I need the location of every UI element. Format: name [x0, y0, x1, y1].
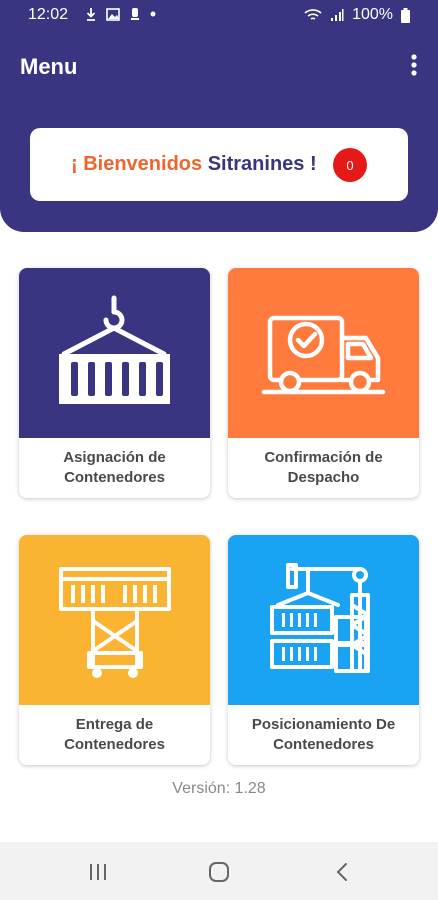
- back-icon[interactable]: [331, 860, 355, 884]
- card-label-line1: Entrega de: [75, 716, 154, 733]
- card-label-line1: Posicionamiento De: [251, 716, 396, 733]
- container-crane-hook-icon: [19, 268, 210, 438]
- status-bar: 12:02 100%: [0, 0, 438, 30]
- system-navigation-bar: [0, 842, 438, 900]
- recent-apps-icon[interactable]: [86, 860, 110, 884]
- card-label-line2: Despacho: [287, 469, 360, 486]
- battery-percent: 100%: [352, 6, 393, 23]
- card-label: Confirmación de Despacho: [228, 438, 419, 498]
- app-bar: Menu: [0, 30, 438, 102]
- card-posicionamiento-contenedores[interactable]: Posicionamiento De Contenedores: [228, 535, 419, 765]
- image-icon: [106, 7, 120, 21]
- notification-badge[interactable]: 0: [333, 148, 367, 182]
- gantry-crane-icon: [19, 535, 210, 705]
- battery-icon: [401, 7, 410, 23]
- card-label: Entrega de Contenedores: [19, 705, 210, 765]
- home-icon[interactable]: [207, 860, 231, 884]
- welcome-user-name: Sitranines !: [207, 153, 317, 175]
- card-label: Asignación de Contenedores: [19, 438, 210, 498]
- wifi-icon: [304, 9, 322, 20]
- card-label-line2: Contenedores: [64, 736, 165, 753]
- card-confirmacion-despacho[interactable]: Confirmación de Despacho: [228, 268, 419, 498]
- welcome-text: ¡ Bienvenidos Sitranines !: [71, 153, 317, 176]
- card-label-line1: Asignación de: [63, 449, 166, 466]
- card-entrega-contenedores[interactable]: Entrega de Contenedores: [19, 535, 210, 765]
- welcome-card: ¡ Bienvenidos Sitranines ! 0: [30, 128, 408, 201]
- more-options-icon[interactable]: [404, 50, 424, 80]
- alert-icon: [131, 8, 139, 20]
- card-asignacion-contenedores[interactable]: Asignación de Contenedores: [19, 268, 210, 498]
- delivery-truck-check-icon: [228, 268, 419, 438]
- signal-icon: [331, 9, 344, 21]
- welcome-greeting: ¡ Bienvenidos: [71, 153, 203, 175]
- page-title: Menu: [20, 54, 78, 79]
- card-label-line2: Contenedores: [273, 736, 374, 753]
- notification-icons: [86, 7, 156, 21]
- card-label: Posicionamiento De Contenedores: [228, 705, 419, 765]
- version-label: Versión: 1.28: [172, 780, 266, 797]
- card-label-line1: Confirmación de: [264, 449, 383, 466]
- card-label-line2: Contenedores: [64, 469, 165, 486]
- dot-icon: [150, 11, 156, 17]
- download-icon: [86, 8, 96, 21]
- status-right: 100%: [304, 6, 410, 24]
- stacked-containers-crane-icon: [228, 535, 419, 705]
- status-time: 12:02: [28, 6, 69, 23]
